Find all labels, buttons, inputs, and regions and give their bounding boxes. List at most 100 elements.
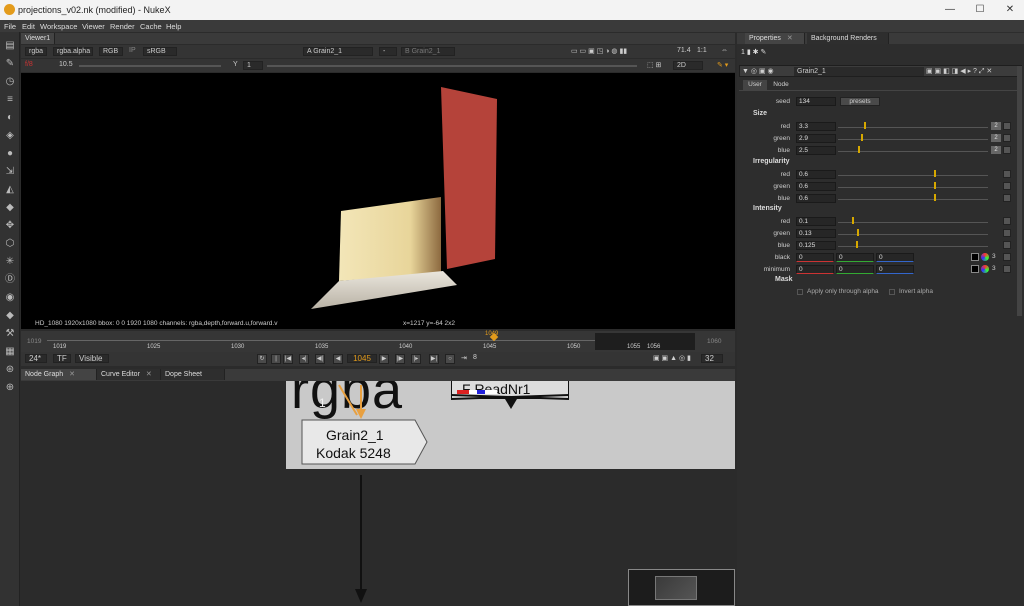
transform-tool-icon[interactable]: ◭ (4, 184, 16, 196)
increment-icon[interactable]: ⇥ (461, 354, 467, 362)
fps-dropdown[interactable]: 24* (25, 354, 47, 363)
gain-slider[interactable] (79, 65, 221, 67)
animation-icon[interactable] (1003, 265, 1011, 273)
zoom-value[interactable]: 71.4 (677, 47, 691, 54)
keyer-tool-icon[interactable]: ● (4, 148, 16, 160)
gain-value[interactable]: 10.5 (59, 61, 73, 68)
invert-alpha-checkbox[interactable] (889, 289, 895, 295)
time-tool-icon[interactable]: ◷ (4, 76, 16, 88)
intensity-blue-slider[interactable] (838, 241, 988, 248)
animation-icon[interactable] (1003, 146, 1011, 154)
view-mode-dropdown[interactable]: 2D (673, 61, 703, 70)
particles-tool-icon[interactable]: ✳ (4, 256, 16, 268)
properties-scrollbar[interactable] (1017, 66, 1022, 316)
black-green-input[interactable]: 0 (836, 253, 874, 262)
increment-value[interactable]: 8 (473, 354, 477, 361)
animation-icon[interactable] (1003, 194, 1011, 202)
end-field[interactable]: 32 (701, 354, 723, 363)
size-blue-input[interactable]: 2.5 (796, 146, 836, 155)
furnace-tool-icon[interactable]: ⊛ (4, 364, 16, 376)
play-icon[interactable]: ▶ (379, 354, 389, 364)
maximize-icon[interactable]: ☐ (970, 3, 990, 17)
irregularity-blue-slider[interactable] (838, 194, 988, 201)
irregularity-green-input[interactable]: 0.6 (796, 182, 836, 191)
black-red-input[interactable]: 0 (796, 253, 834, 262)
menu-cache[interactable]: Cache (140, 22, 162, 31)
irregularity-red-slider[interactable] (838, 170, 988, 177)
size-green-slider[interactable] (838, 134, 988, 141)
animation-icon[interactable] (1003, 182, 1011, 190)
size-blue-channels-button[interactable]: 2 (991, 146, 1001, 154)
navigator-minimap[interactable] (628, 569, 735, 606)
minimap-view[interactable] (655, 576, 697, 600)
color-tool-icon[interactable]: ◐ (4, 112, 16, 124)
deep-tool-icon[interactable]: Ⓓ (4, 274, 16, 286)
metadata-tool-icon[interactable]: ◆ (4, 310, 16, 322)
channel-count[interactable]: 3 (992, 265, 996, 272)
color-picker-icon[interactable] (981, 265, 989, 273)
animation-icon[interactable] (1003, 217, 1011, 225)
irregularity-green-slider[interactable] (838, 182, 988, 189)
menu-viewer[interactable]: Viewer (82, 22, 105, 31)
intensity-red-slider[interactable] (838, 217, 988, 224)
channels-dropdown[interactable]: rgba (25, 47, 47, 56)
size-red-channels-button[interactable]: 2 (991, 122, 1001, 130)
black-blue-input[interactable]: 0 (876, 253, 914, 262)
tf-dropdown[interactable]: TF (53, 354, 71, 363)
move-tool-icon[interactable]: ✥ (4, 220, 16, 232)
tab-background-renders[interactable]: Background Renders (807, 33, 889, 44)
node-header-icons[interactable]: ▣ ▣ ◧ ◨ ◀ ▸ ? ⤢ ✕ (926, 67, 992, 76)
other-tool-icon[interactable]: ▦ (4, 346, 16, 358)
slider-handle[interactable] (864, 122, 866, 129)
viewer-settings-icon[interactable]: ⇔ (721, 47, 728, 54)
gamma-slider[interactable] (267, 65, 637, 67)
draw-tool-icon[interactable]: ✎ (4, 58, 16, 70)
slider-handle[interactable] (934, 182, 936, 189)
fstop-label[interactable]: f/8 (25, 61, 33, 68)
minimum-blue-input[interactable]: 0 (876, 265, 914, 274)
paint-icon[interactable]: ✎ ▾ (717, 61, 728, 69)
panel-count[interactable]: 1 ▮ ✱ ✎ (741, 48, 766, 56)
slider-handle[interactable] (858, 146, 860, 153)
image-tool-icon[interactable]: ▤ (4, 40, 16, 52)
size-green-input[interactable]: 2.9 (796, 134, 836, 143)
apply-alpha-checkbox[interactable] (797, 289, 803, 295)
minimum-green-input[interactable]: 0 (836, 265, 874, 274)
intensity-green-input[interactable]: 0.13 (796, 229, 836, 238)
tab-user[interactable]: User (743, 80, 767, 90)
bounce-icon[interactable]: ↻ (257, 354, 267, 364)
last-frame-icon[interactable]: ▶| (429, 354, 439, 364)
close-icon[interactable]: ✕ (69, 371, 75, 378)
a-input-dropdown[interactable]: A Grain2_1 (303, 47, 373, 56)
views-tool-icon[interactable]: ◉ (4, 292, 16, 304)
slider-handle[interactable] (852, 217, 854, 224)
toolsets-tool-icon[interactable]: ⚒ (4, 328, 16, 340)
animation-icon[interactable] (1003, 253, 1011, 261)
close-icon[interactable]: ✕ (1000, 3, 1020, 17)
size-blue-slider[interactable] (838, 146, 988, 153)
color-picker-icon[interactable] (981, 253, 989, 261)
animation-icon[interactable] (1003, 241, 1011, 249)
step-forward-icon[interactable]: |▶ (395, 354, 405, 364)
nuke-tool-icon[interactable]: ⊕ (4, 382, 16, 394)
out-point-icon[interactable]: ○ (445, 354, 455, 364)
tab-properties[interactable]: Properties ✕ (745, 33, 805, 44)
step-back-icon[interactable]: ◀| (315, 354, 325, 364)
slider-handle[interactable] (934, 194, 936, 201)
tab-viewer1[interactable]: Viewer1 (21, 33, 56, 44)
ip-toggle[interactable]: IP (129, 47, 136, 54)
presets-dropdown[interactable]: presets (840, 97, 880, 106)
alpha-dropdown[interactable]: rgba.alpha (53, 47, 93, 56)
menu-workspace[interactable]: Workspace (40, 22, 77, 31)
menu-file[interactable]: File (4, 22, 16, 31)
frame-field[interactable]: 1045 (347, 354, 377, 363)
tab-dope-sheet[interactable]: Dope Sheet (161, 369, 225, 380)
prev-keyframe-icon[interactable]: ◂| (299, 354, 309, 364)
ratio-value[interactable]: 1:1 (697, 47, 707, 54)
roi-icon[interactable]: ⬚ ⊞ (647, 61, 661, 69)
tab-curve-editor[interactable]: Curve Editor ✕ (97, 369, 161, 380)
play-reverse-icon[interactable]: ◀ (333, 354, 343, 364)
filter-tool-icon[interactable]: ◈ (4, 130, 16, 142)
visible-dropdown[interactable]: Visible (75, 354, 109, 363)
animation-icon[interactable] (1003, 170, 1011, 178)
